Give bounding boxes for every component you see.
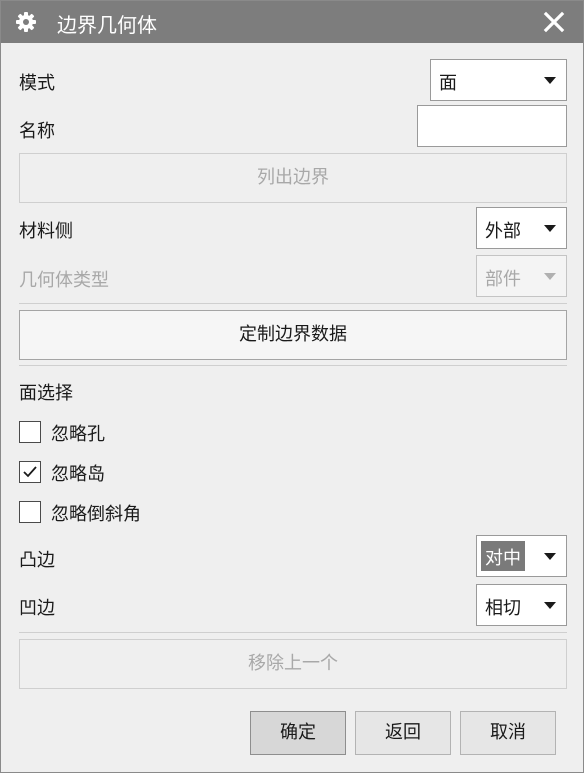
custom-boundary-data-button[interactable]: 定制边界数据 [19, 310, 567, 360]
material-side-value: 外部 [485, 221, 521, 242]
mode-select-value: 面 [439, 73, 457, 94]
divider [19, 303, 567, 304]
dialog-title: 边界几何体 [57, 13, 157, 37]
mode-label: 模式 [19, 73, 55, 94]
mode-select[interactable]: 面 [430, 59, 567, 101]
divider [19, 365, 567, 366]
geometry-type-label: 几何体类型 [19, 270, 109, 291]
name-label: 名称 [19, 121, 55, 142]
ignore-chamfers-checkbox[interactable] [19, 501, 41, 523]
close-icon[interactable] [541, 9, 567, 35]
concave-edge-label: 凹边 [19, 598, 55, 619]
checkmark-icon [23, 466, 37, 478]
ok-button[interactable]: 确定 [250, 711, 346, 755]
remove-previous-button[interactable]: 移除上一个 [19, 639, 567, 689]
list-boundaries-button[interactable]: 列出边界 [19, 153, 567, 203]
geometry-type-value: 部件 [485, 269, 521, 290]
back-button[interactable]: 返回 [355, 711, 451, 755]
convex-edge-select[interactable]: 对中 [476, 535, 567, 577]
gear-icon [15, 11, 37, 33]
convex-edge-value: 对中 [481, 541, 525, 571]
boundary-geometry-dialog: 边界几何体 模式 面 名称 列出边界 材料侧 外部 几何体类型 部件 定制边界数… [0, 0, 584, 773]
chevron-down-icon [544, 77, 556, 84]
ignore-chamfers-label: 忽略倒斜角 [51, 504, 141, 525]
ignore-islands-label: 忽略岛 [51, 464, 105, 485]
divider [19, 632, 567, 633]
geometry-type-select[interactable]: 部件 [476, 255, 567, 297]
ignore-islands-checkbox[interactable] [19, 461, 41, 483]
cancel-button[interactable]: 取消 [460, 711, 556, 755]
name-input[interactable] [417, 105, 567, 147]
title-bar[interactable]: 边界几何体 [1, 1, 583, 43]
ignore-holes-label: 忽略孔 [51, 424, 105, 445]
convex-edge-label: 凸边 [19, 550, 55, 571]
ignore-holes-checkbox[interactable] [19, 421, 41, 443]
chevron-down-icon [544, 553, 556, 560]
chevron-down-icon [544, 225, 556, 232]
chevron-down-icon [544, 602, 556, 609]
material-side-label: 材料侧 [19, 221, 73, 242]
concave-edge-value: 相切 [485, 598, 521, 619]
face-selection-heading: 面选择 [19, 383, 73, 404]
chevron-down-icon [544, 273, 556, 280]
material-side-select[interactable]: 外部 [476, 207, 567, 249]
concave-edge-select[interactable]: 相切 [476, 584, 567, 626]
